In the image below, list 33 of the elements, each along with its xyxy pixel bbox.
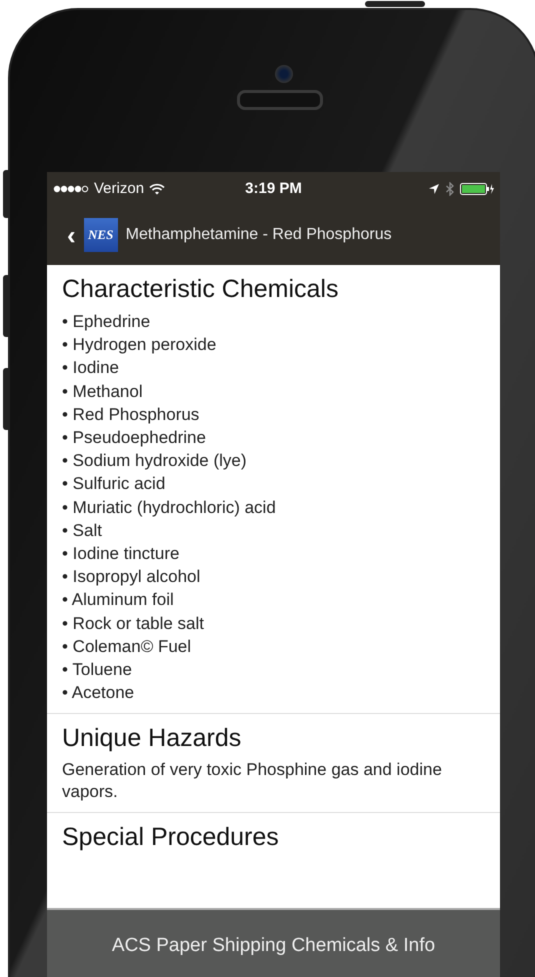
chemical-list-item: • Rock or table salt [62, 612, 206, 635]
chemical-list-item: • Iodine [62, 357, 120, 380]
location-arrow-icon [428, 182, 440, 194]
carrier-name: Verizon [94, 180, 144, 197]
section-text: Generation of very toxic Phosphine gas and iodine vapors. [62, 759, 443, 804]
chemical-list-item: • Ephedrine [62, 311, 152, 333]
chemical-list-item: • Muriatic (hydrochloric) acid [62, 496, 277, 519]
section-heading: Characteristic Chemicals [62, 275, 340, 304]
clock-time: 3:19 PM [245, 180, 302, 197]
screen-title: Methamphetamine - Red Phosphorus [126, 226, 392, 244]
chemical-list-item: • Red Phosphorus [62, 404, 200, 426]
chemical-list-item: • Acetone [62, 682, 136, 704]
chemical-list-item: • Methanol [62, 380, 144, 403]
app-logo: NES [84, 218, 118, 252]
wifi-icon [149, 182, 166, 194]
chemical-list-item: • Aluminum foil [62, 589, 175, 612]
signal-icon [53, 184, 89, 192]
chemical-list-item: • Pseudoephedrine [62, 427, 207, 450]
chemical-list-item: • Isopropyl alcohol [62, 566, 202, 588]
chemical-list-item: • Sulfuric acid [62, 473, 166, 496]
back-button[interactable]: ‹ [67, 222, 76, 248]
section-heading: Unique Hazards [62, 724, 242, 754]
chemical-list-item: • Hydrogen peroxide [62, 334, 218, 356]
front-camera-icon [275, 65, 293, 83]
chemical-list-item: • Coleman© Fuel [62, 636, 192, 658]
chemical-list-item: • Salt [62, 520, 103, 542]
chemical-list-item: • Sodium hydroxide (lye) [62, 450, 248, 472]
battery-icon [460, 182, 494, 194]
chemical-list-item: • Iodine tincture [62, 543, 180, 566]
chemical-list-item: • Toluene [62, 659, 133, 682]
section-heading: Special Procedures [62, 823, 280, 852]
bluetooth-icon [444, 182, 455, 196]
shipping-info-button[interactable]: ACS Paper Shipping Chemicals & Info [108, 932, 440, 960]
